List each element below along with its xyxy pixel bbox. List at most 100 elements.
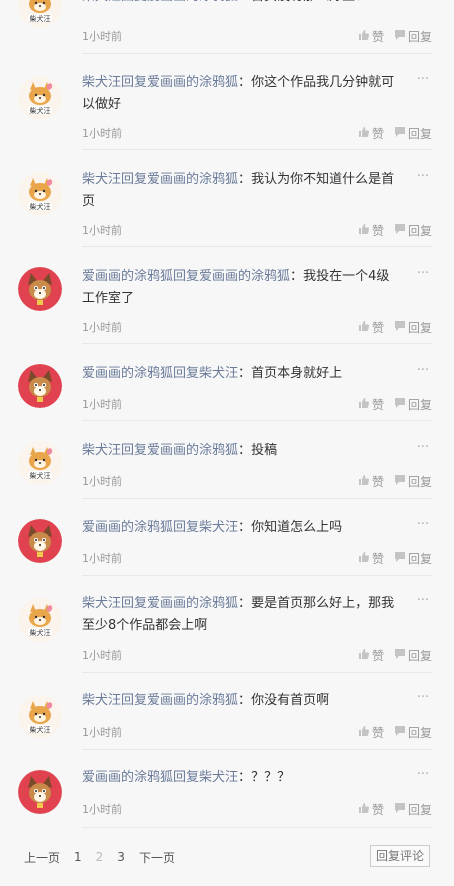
like-button[interactable]: 赞 — [358, 801, 384, 818]
like-button[interactable]: 赞 — [358, 396, 384, 413]
thumbs-up-icon — [358, 648, 372, 663]
reply-button[interactable]: 回复 — [394, 473, 432, 490]
comment-author[interactable]: 爱画画的涂鸦狐 — [82, 520, 173, 535]
fox-avatar[interactable] — [18, 267, 62, 311]
reply-verb: 回复 — [121, 172, 148, 187]
more-dots-icon[interactable]: ··· — [414, 768, 432, 784]
comment-time: 1小时前 — [82, 649, 122, 662]
comment-text: 柴犬汪回复爱画画的涂鸦狐：首页没有那么好上！ — [82, 0, 402, 8]
like-label: 赞 — [371, 649, 384, 663]
reply-target[interactable]: 爱画画的涂鸦狐 — [147, 0, 238, 4]
reply-verb: 回复 — [121, 596, 148, 611]
page-3-link[interactable]: 3 — [117, 850, 125, 864]
reply-button[interactable]: 回复 — [394, 319, 432, 336]
comment-content: ？？？ — [251, 770, 291, 785]
like-label: 赞 — [371, 803, 384, 817]
reply-target[interactable]: 柴犬汪 — [199, 520, 238, 535]
like-button[interactable]: 赞 — [358, 319, 384, 336]
reply-button[interactable]: 回复 — [394, 125, 432, 142]
comment-text: 爱画画的涂鸦狐回复柴犬汪：你知道怎么上吗 — [82, 517, 402, 539]
reply-verb: 回复 — [121, 0, 147, 4]
more-dots-icon[interactable]: ··· — [414, 594, 432, 610]
more-dots-icon[interactable]: ··· — [414, 364, 432, 380]
comment-time: 1小时前 — [82, 726, 122, 739]
fox-avatar[interactable] — [18, 770, 62, 814]
like-button[interactable]: 赞 — [358, 724, 384, 741]
like-label: 赞 — [371, 224, 384, 238]
comment-text: 柴犬汪回复爱画画的涂鸦狐：你没有首页啊 — [82, 690, 402, 712]
reply-target[interactable]: 爱画画的涂鸦狐 — [199, 269, 290, 284]
shiba-avatar[interactable]: 柴犬汪 — [18, 598, 62, 642]
comment-author[interactable]: 柴犬汪 — [82, 693, 121, 708]
shiba-avatar[interactable]: 柴犬汪 — [18, 441, 62, 485]
speech-bubble-icon — [394, 802, 408, 817]
more-dots-icon[interactable]: ··· — [414, 170, 432, 186]
reply-button[interactable]: 回复 — [394, 647, 432, 664]
like-button[interactable]: 赞 — [358, 28, 384, 45]
comment-author[interactable]: 爱画画的涂鸦狐 — [82, 269, 173, 284]
colon: ： — [238, 443, 252, 458]
more-dots-icon[interactable]: ··· — [414, 441, 432, 457]
reply-comment-button[interactable]: 回复评论 — [370, 845, 430, 867]
comment-author[interactable]: 柴犬汪 — [82, 0, 121, 4]
comment-actions: 赞 回复 — [348, 222, 432, 239]
like-button[interactable]: 赞 — [358, 222, 384, 239]
comment-time: 1小时前 — [82, 224, 122, 237]
page-1-link[interactable]: 1 — [74, 850, 82, 864]
comment-content: 你知道怎么上吗 — [251, 520, 343, 535]
svg-text:柴犬汪: 柴犬汪 — [30, 202, 51, 211]
reply-target[interactable]: 爱画画的涂鸦狐 — [147, 75, 238, 90]
like-button[interactable]: 赞 — [358, 473, 384, 490]
comment-actions: 赞 回复 — [348, 724, 432, 741]
reply-label: 回复 — [407, 803, 432, 817]
reply-label: 回复 — [407, 224, 432, 238]
next-page-link[interactable]: 下一页 — [139, 849, 175, 866]
shiba-avatar[interactable]: 柴犬汪 — [18, 76, 62, 120]
comment-actions: 赞 回复 — [348, 647, 432, 664]
reply-button[interactable]: 回复 — [394, 396, 432, 413]
like-button[interactable]: 赞 — [358, 550, 384, 567]
reply-target[interactable]: 爱画画的涂鸦狐 — [147, 443, 238, 458]
reply-target[interactable]: 柴犬汪 — [199, 770, 238, 785]
more-dots-icon[interactable]: ··· — [414, 691, 432, 707]
svg-text:柴犬汪: 柴犬汪 — [30, 14, 51, 23]
more-dots-icon[interactable]: ··· — [414, 0, 432, 6]
svg-text:柴犬汪: 柴犬汪 — [30, 628, 51, 637]
svg-text:柴犬汪: 柴犬汪 — [30, 106, 51, 115]
comment-author[interactable]: 柴犬汪 — [82, 596, 121, 611]
shiba-avatar[interactable]: 柴犬汪 — [18, 0, 62, 28]
reply-button[interactable]: 回复 — [394, 724, 432, 741]
comment-actions: 赞 回复 — [348, 801, 432, 818]
comment-text: 爱画画的涂鸦狐回复柴犬汪：？？？ — [82, 767, 402, 789]
like-button[interactable]: 赞 — [358, 647, 384, 664]
like-label: 赞 — [371, 475, 384, 489]
shiba-avatar[interactable]: 柴犬汪 — [18, 172, 62, 216]
shiba-avatar[interactable]: 柴犬汪 — [18, 695, 62, 739]
reply-button[interactable]: 回复 — [394, 222, 432, 239]
comment-author[interactable]: 柴犬汪 — [82, 443, 121, 458]
reply-button[interactable]: 回复 — [394, 550, 432, 567]
prev-page-link[interactable]: 上一页 — [24, 849, 60, 866]
speech-bubble-icon — [394, 648, 408, 663]
reply-target[interactable]: 爱画画的涂鸦狐 — [147, 172, 238, 187]
thumbs-up-icon — [358, 223, 372, 238]
fox-avatar[interactable] — [18, 519, 62, 563]
speech-bubble-icon — [394, 725, 408, 740]
comment-author[interactable]: 爱画画的涂鸦狐 — [82, 770, 173, 785]
comment-time: 1小时前 — [82, 321, 122, 334]
reply-target[interactable]: 爱画画的涂鸦狐 — [147, 693, 238, 708]
thumbs-up-icon — [358, 551, 372, 566]
more-dots-icon[interactable]: ··· — [414, 518, 432, 534]
colon: ： — [238, 0, 251, 4]
reply-target[interactable]: 柴犬汪 — [199, 366, 238, 381]
more-dots-icon[interactable]: ··· — [414, 267, 432, 283]
reply-button[interactable]: 回复 — [394, 801, 432, 818]
reply-button[interactable]: 回复 — [394, 28, 432, 45]
comment-author[interactable]: 爱画画的涂鸦狐 — [82, 366, 173, 381]
reply-target[interactable]: 爱画画的涂鸦狐 — [147, 596, 238, 611]
like-button[interactable]: 赞 — [358, 125, 384, 142]
more-dots-icon[interactable]: ··· — [414, 73, 432, 89]
comment-author[interactable]: 柴犬汪 — [82, 172, 121, 187]
comment-author[interactable]: 柴犬汪 — [82, 75, 121, 90]
fox-avatar[interactable] — [18, 364, 62, 408]
